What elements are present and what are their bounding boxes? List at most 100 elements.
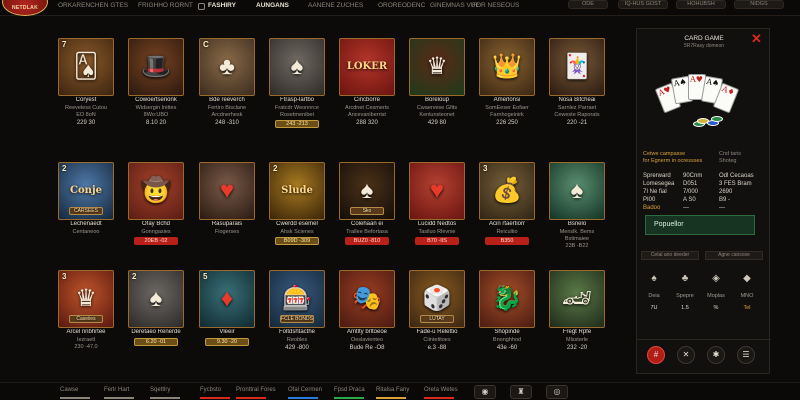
game-price: 229 30 <box>76 120 96 126</box>
bottom-nav-item[interactable]: Sqettlry <box>150 387 170 393</box>
nav-item-1[interactable]: FRIGHHO RORNT <box>138 2 193 9</box>
bottom-nav-item[interactable]: Ferlr Hart <box>104 387 129 393</box>
game-subtitle: Bnonghhod <box>492 337 522 343</box>
chip-icon[interactable]: ◉ <box>474 385 496 399</box>
top-pill-0[interactable]: ODE <box>568 0 608 9</box>
game-title[interactable]: Vleeir <box>187 329 267 335</box>
feature-label: Moplas <box>707 293 725 299</box>
game-title[interactable]: Foltdshtacthe <box>257 329 337 335</box>
game-title[interactable]: Bsnelo <box>537 221 617 227</box>
game-title[interactable]: Lucidd Nedtos <box>397 221 477 227</box>
hash-icon[interactable]: # <box>647 346 665 364</box>
game-title[interactable]: Fregt Rpfe <box>537 329 617 335</box>
bottom-nav-item[interactable]: Oreta Wetes <box>424 387 458 393</box>
game-title[interactable]: Rasuparais <box>187 221 267 227</box>
game-tile[interactable]: 🎰 FCLE BONDS <box>269 270 325 328</box>
tower-icon[interactable]: ♜ <box>510 385 532 399</box>
feature-value: Tel <box>743 305 751 311</box>
game-tile[interactable]: ♛ <box>409 38 465 96</box>
game-tile[interactable]: 2 ♠ <box>128 270 184 328</box>
target-icon[interactable]: ◎ <box>546 385 568 399</box>
game-title[interactable]: Boreloup <box>397 97 477 103</box>
game-subtitle: Cwaervese Gfits <box>416 105 458 111</box>
game-tile[interactable]: 3 ♛ Caseiies <box>58 270 114 328</box>
game-price: 20EB -02 <box>134 237 178 245</box>
close-icon[interactable]: ✕ <box>751 31 762 47</box>
game-subtitle: Ciintetitoes <box>423 337 451 343</box>
game-subtitle: Ahsk Scienes <box>280 229 314 235</box>
game-title[interactable]: Shopinde <box>467 329 547 335</box>
nav-item-5[interactable]: OROREODENC <box>378 2 425 9</box>
game-tile[interactable]: 🃏 <box>549 38 605 96</box>
game-tile[interactable]: 🎩 <box>128 38 184 96</box>
game-tile[interactable]: ♥ <box>199 162 255 220</box>
game-title[interactable]: Bde reeverch <box>187 97 267 103</box>
star-icon[interactable]: ✱ <box>707 346 725 364</box>
game-title[interactable]: Cincborre <box>327 97 407 103</box>
game-tile[interactable]: 2 Conje CARSEES <box>58 162 114 220</box>
game-title[interactable]: Amtlty brltoeoe <box>327 329 407 335</box>
top-pill-3[interactable]: NIDGS <box>734 0 784 9</box>
nav-item-7[interactable]: FOR NESEOUS <box>472 2 519 9</box>
nav-item-3[interactable]: AUNGANS <box>256 2 289 9</box>
nav-item-2[interactable]: FASHIRY <box>208 2 236 9</box>
top-pill-1[interactable]: IQ-HUS GOST <box>618 0 668 9</box>
game-subtitle: Bxtimaiee <box>564 236 590 242</box>
game-tile[interactable]: ♠ <box>269 38 325 96</box>
game-title[interactable]: Nosa Bitcheai <box>537 97 617 103</box>
game-tile[interactable]: C ♣ <box>199 38 255 96</box>
play-button[interactable]: Popuellor <box>645 215 755 235</box>
game-tile[interactable]: 🐉 <box>479 270 535 328</box>
bottom-nav-item[interactable]: Fpsd Praca <box>334 387 365 393</box>
game-title[interactable]: Amerlonsi <box>467 97 547 103</box>
nav-item-0[interactable]: ORKARENCHEN GTES <box>58 2 128 9</box>
game-title[interactable]: Acin rtaertiorr <box>467 221 547 227</box>
game-title[interactable]: Cowoertsenonk <box>116 97 196 103</box>
game-title[interactable]: Fade-u Relettio <box>397 329 477 335</box>
casino-logo[interactable]: NETDLAK <box>2 0 48 16</box>
tab-similar[interactable]: Agne cansose <box>705 251 763 260</box>
game-artwork: 🎩 <box>141 53 171 80</box>
bottom-nav-item[interactable]: Fycbsto <box>200 387 221 393</box>
game-tile[interactable]: 🎭 <box>339 270 395 328</box>
game-tile[interactable]: ♥ <box>409 162 465 220</box>
tab-details[interactable]: Cetal ano deeder <box>641 251 699 260</box>
game-tile[interactable]: 7 🂡 <box>58 38 114 96</box>
game-title[interactable]: Coryest <box>46 97 126 103</box>
game-artwork: 👑 <box>492 53 522 80</box>
game-subtitle: Fertiro Bisclane <box>207 105 247 111</box>
menu-icon[interactable]: ☰ <box>737 346 755 364</box>
bottom-nav-item[interactable]: Ofal Cermen <box>288 387 322 393</box>
game-tile[interactable]: 👑 <box>479 38 535 96</box>
game-artwork: 🎰 <box>282 285 312 312</box>
game-title[interactable]: Ftrasp-lartbo <box>257 97 337 103</box>
game-tile[interactable]: ♠ Sko <box>339 162 395 220</box>
top-pill-2[interactable]: HOHUBSH <box>676 0 726 9</box>
game-tile[interactable]: 🎲 LUTAY <box>409 270 465 328</box>
bottom-nav-item[interactable]: Pronttral Fores <box>236 387 276 393</box>
tile-rank-badge: C <box>203 40 209 49</box>
feature-value: 7U <box>650 305 658 311</box>
game-tile[interactable]: LOKER <box>339 38 395 96</box>
game-tile[interactable]: ♠ <box>549 162 605 220</box>
tile-caption: FCLE BONDS <box>280 315 314 323</box>
game-tile[interactable]: 3 💰 <box>479 162 535 220</box>
game-title[interactable]: Colehaan ei <box>327 221 407 227</box>
game-price: B350 <box>485 237 529 245</box>
game-tile[interactable]: 🏎 <box>549 270 605 328</box>
game-price: 429 80 <box>427 120 447 126</box>
game-artwork: 💰 <box>492 177 522 204</box>
game-title[interactable]: Deretaeo Renerde <box>116 329 196 335</box>
bottom-nav-item[interactable]: Cawse <box>60 387 78 393</box>
game-tile[interactable]: 2 Slude <box>269 162 325 220</box>
game-title[interactable]: Lechenaedt <box>46 221 126 227</box>
nav-item-4[interactable]: AANENE ZUCHES <box>308 2 363 9</box>
game-tile[interactable]: 5 ♦ <box>199 270 255 328</box>
game-title[interactable]: Arcel nnbhrtee <box>46 329 126 335</box>
game-title[interactable]: Ofay Bchd <box>116 221 196 227</box>
x-icon[interactable]: ✕ <box>677 346 695 364</box>
game-title[interactable]: Cwerdd esemel <box>257 221 337 227</box>
game-artwork: ♦ <box>220 285 234 312</box>
game-tile[interactable]: 🤠 <box>128 162 184 220</box>
bottom-nav-item[interactable]: Ritalsa Fany <box>376 387 409 393</box>
